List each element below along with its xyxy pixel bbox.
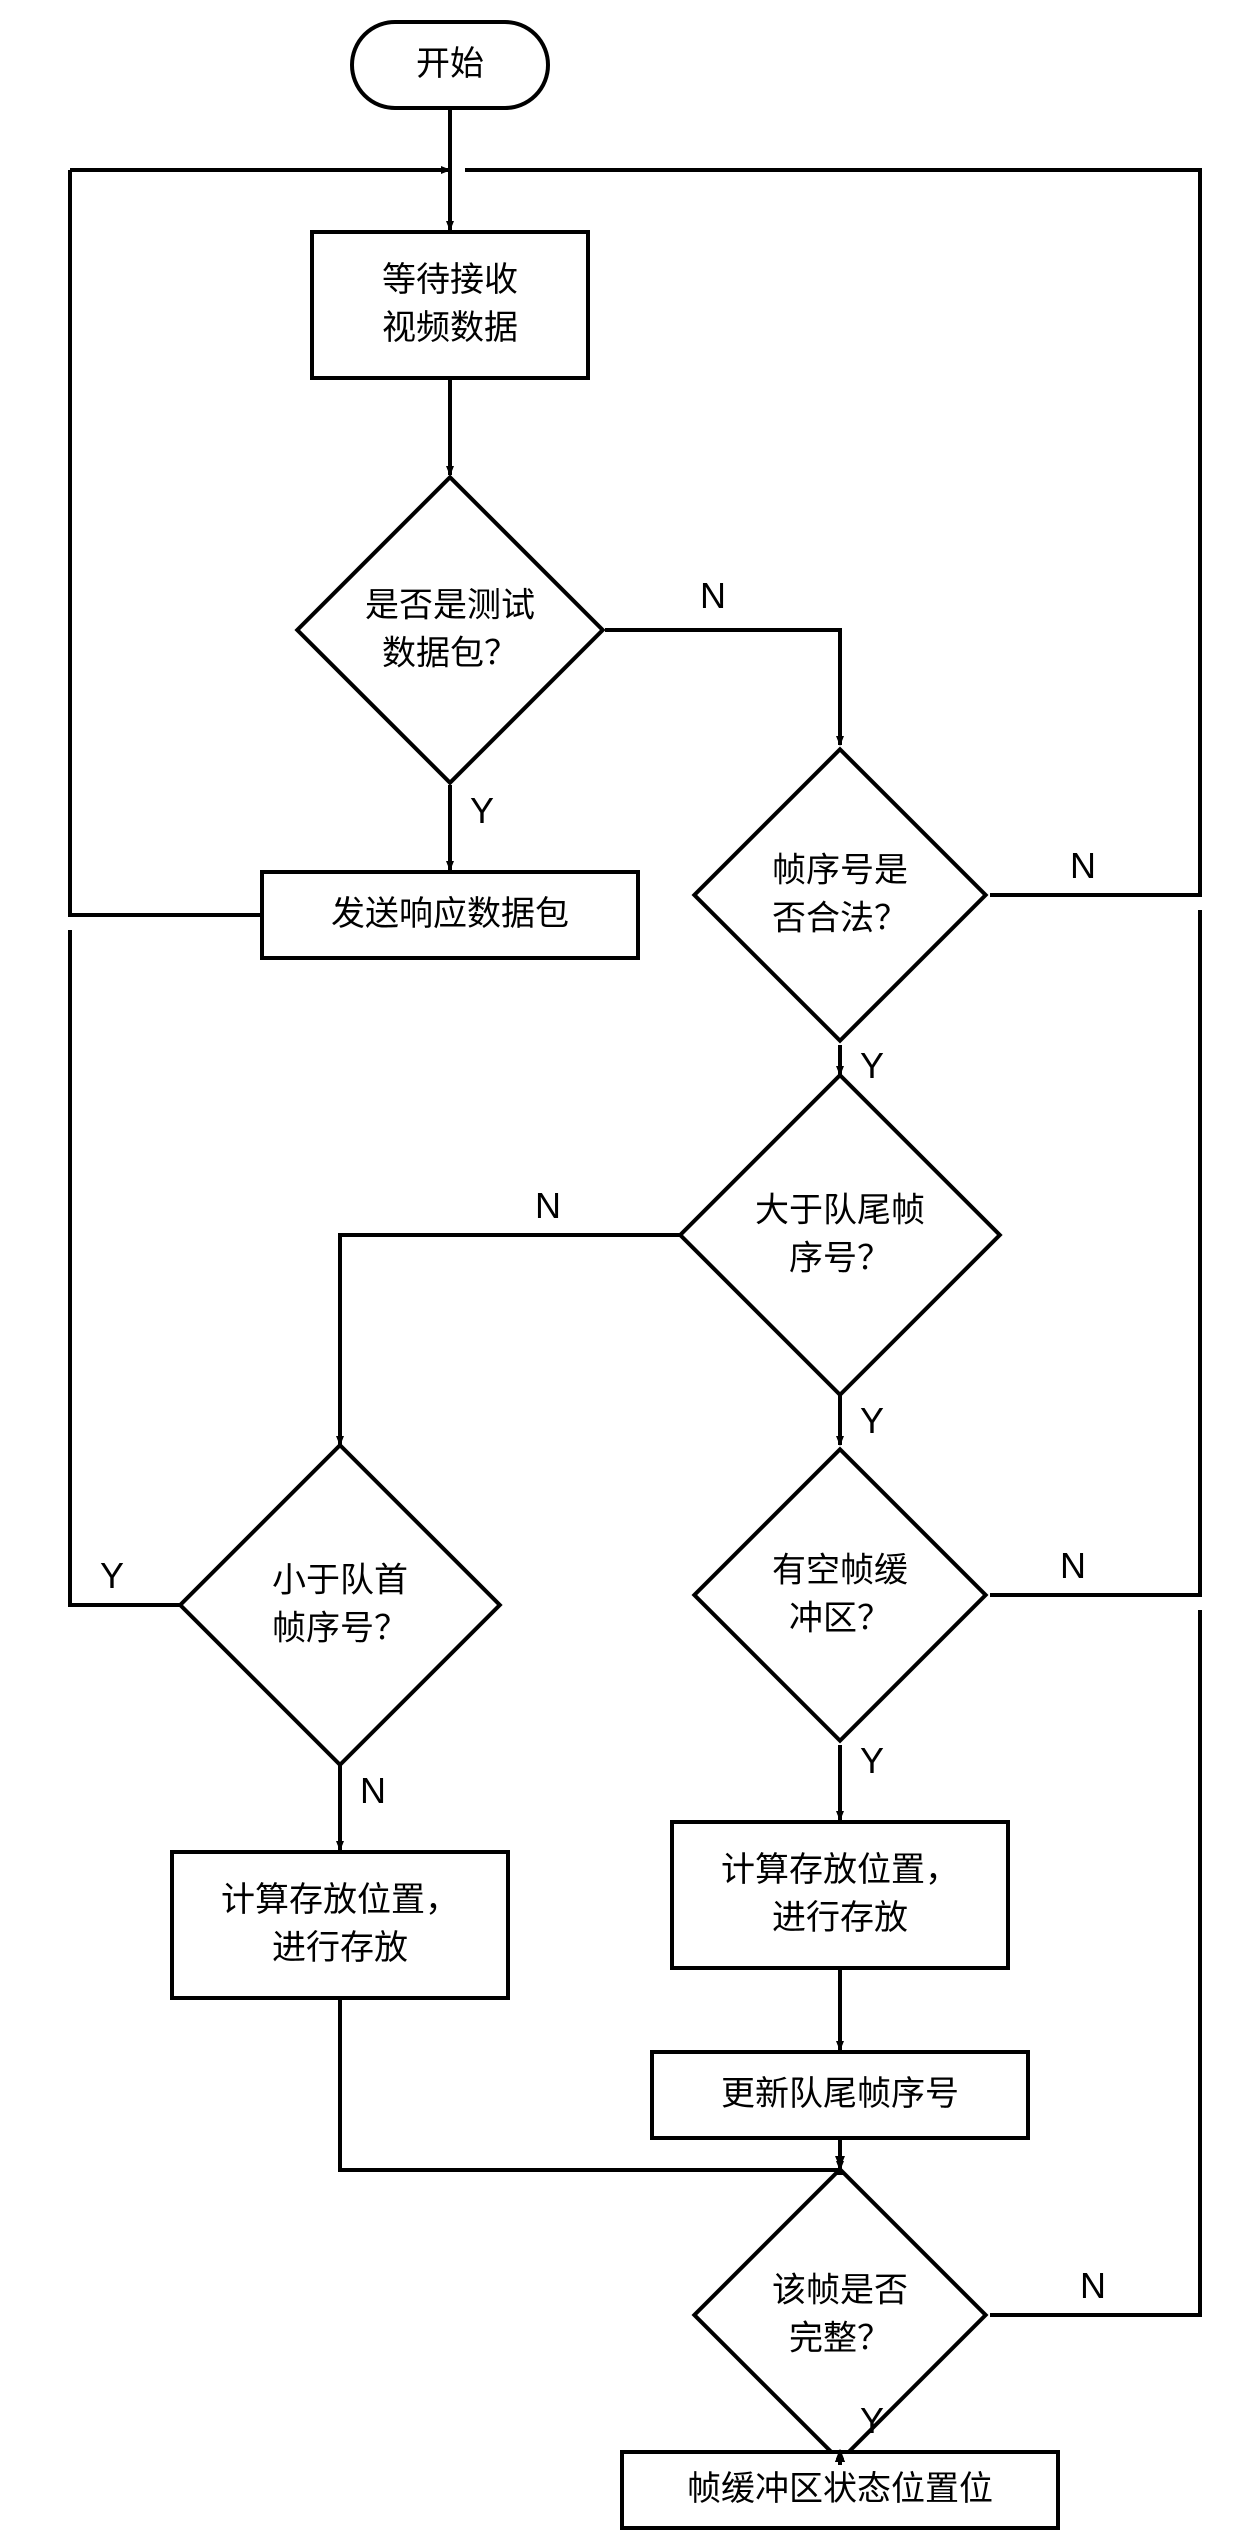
process-wait-receive: 等待接收 视频数据 [310,230,590,380]
flowchart-connectors-final [0,0,1254,2541]
decision-is-test-packet [294,474,605,785]
arrows-clean [0,0,1254,2541]
process-calc-store-left-label: 计算存放位置， 进行存放 [221,1877,459,1972]
process-update-tail-label: 更新队尾帧序号 [721,2071,959,2119]
label-test-no: N [700,575,726,617]
process-calc-store-left: 计算存放位置， 进行存放 [170,1850,510,2000]
process-send-response: 发送响应数据包 [260,870,640,960]
label-empty-no: N [1060,1545,1086,1587]
terminal-start-label: 开始 [416,41,484,89]
terminal-start: 开始 [350,20,550,110]
label-gttail-yes: Y [860,1400,884,1442]
decision-frame-complete [692,2167,989,2464]
flowchart-connectors-fix [0,0,1254,2541]
decision-seq-valid [692,747,989,1044]
label-complete-no: N [1080,2265,1106,2307]
label-seq-no: N [1070,845,1096,887]
decision-has-empty-buffer [692,1447,989,1744]
label-empty-yes: Y [860,1740,884,1782]
label-gttail-no: N [535,1185,561,1227]
label-test-yes: Y [470,790,494,832]
process-update-tail: 更新队尾帧序号 [650,2050,1030,2140]
process-wait-receive-label: 等待接收 视频数据 [382,257,518,352]
process-send-response-label: 发送响应数据包 [331,891,569,939]
process-calc-store-right-label: 计算存放位置， 进行存放 [721,1847,959,1942]
flowchart-connectors [0,0,1254,2541]
label-lthead-no: N [360,1770,386,1812]
process-set-status-bit-label: 帧缓冲区状态位置位 [687,2466,993,2514]
process-set-status-bit: 帧缓冲区状态位置位 [620,2450,1060,2530]
label-lthead-yes: Y [100,1555,124,1597]
process-calc-store-right: 计算存放位置， 进行存放 [670,1820,1010,1970]
decision-gt-tail [677,1072,1002,1397]
label-seq-yes: Y [860,1045,884,1087]
label-complete-yes: Y [860,2400,884,2442]
decision-lt-head [177,1442,502,1767]
